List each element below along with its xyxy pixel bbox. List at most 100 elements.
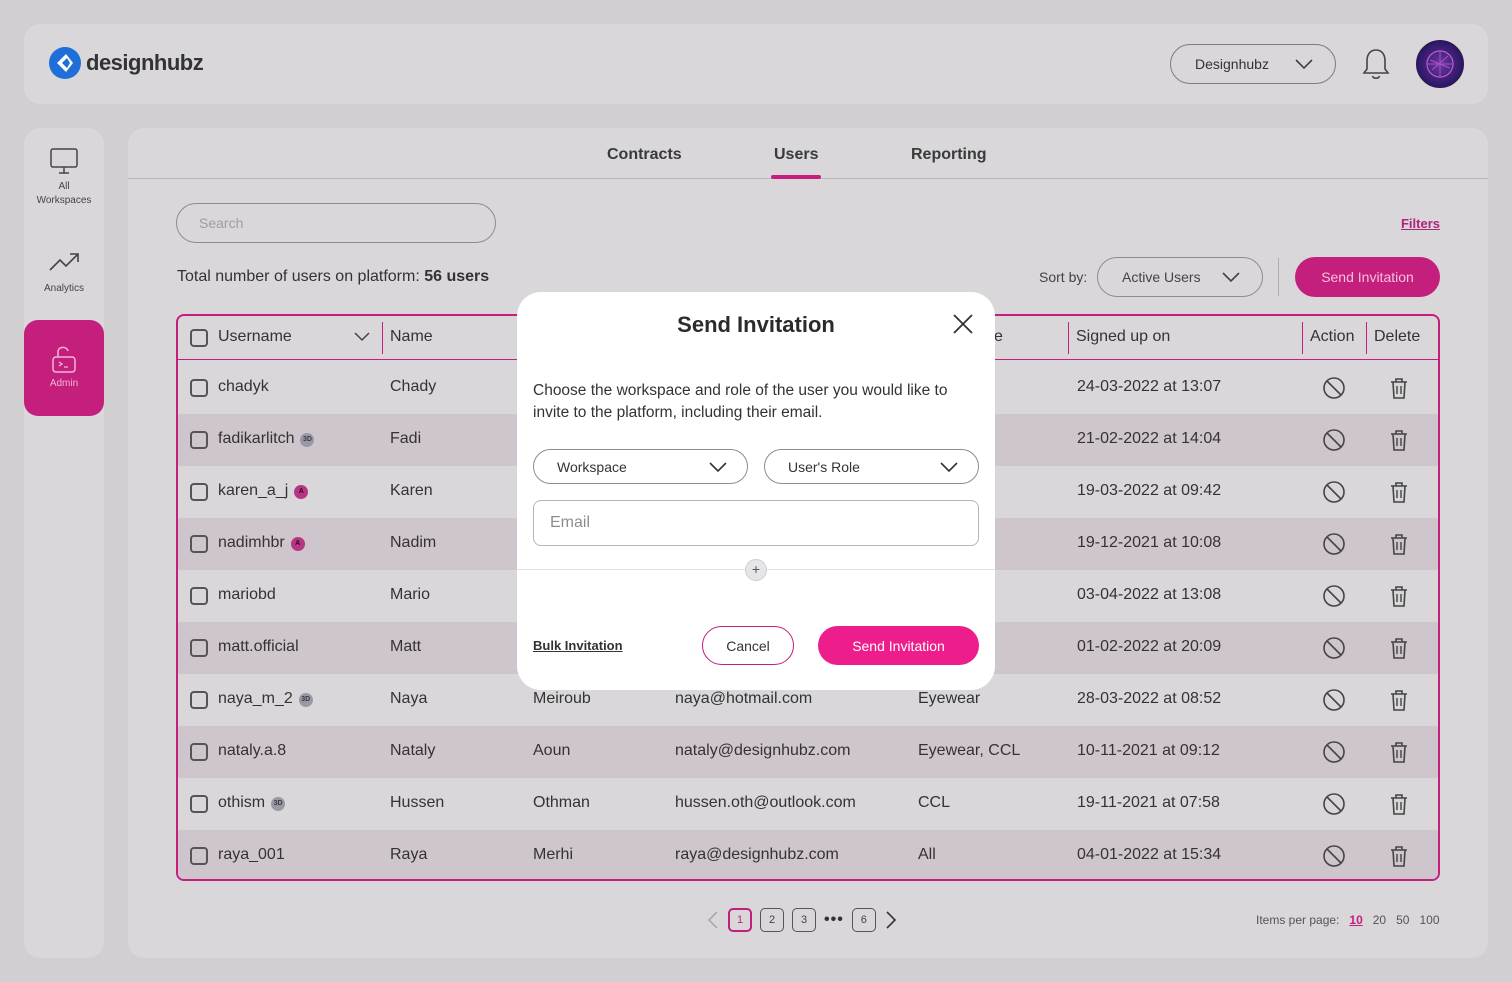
user-role-select[interactable]: User's Role — [764, 449, 979, 484]
send-invitation-button[interactable]: Send Invitation — [1295, 257, 1440, 297]
block-icon[interactable] — [1322, 636, 1346, 660]
username-text: mariobd — [218, 586, 276, 603]
sort-dropdown[interactable]: Active Users — [1097, 257, 1263, 297]
username-text: raya_001 — [218, 846, 285, 863]
chevron-down-icon[interactable] — [354, 332, 370, 342]
close-icon[interactable] — [951, 312, 975, 336]
toolbar-divider — [1278, 258, 1279, 296]
tab-users[interactable]: Users — [770, 146, 823, 179]
pagination: 1 2 3 ••• 6 — [706, 908, 898, 932]
signed-up-cell: 10-11-2021 at 09:12 — [1077, 742, 1220, 759]
column-signed-up: Signed up on — [1076, 328, 1171, 345]
row-checkbox[interactable] — [190, 795, 208, 813]
block-icon[interactable] — [1322, 480, 1346, 504]
table-row[interactable]: raya_001 Raya Merhi raya@designhubz.com All 0… — [178, 830, 1438, 879]
workspace-dropdown[interactable]: Designhubz — [1170, 44, 1336, 84]
table-row[interactable]: othism 3D Hussen Othman hussen.oth@outlook.c… — [178, 778, 1438, 830]
chevron-down-icon — [1295, 59, 1313, 69]
workspace-cell: CCL — [918, 794, 951, 811]
bulk-invitation-link[interactable]: Bulk Invitation — [533, 638, 623, 653]
items-per-page-option[interactable]: 100 — [1419, 913, 1439, 927]
page-button[interactable]: 6 — [851, 908, 876, 932]
workspace-select[interactable]: Workspace — [533, 449, 748, 484]
trash-icon[interactable] — [1387, 532, 1411, 556]
row-checkbox[interactable] — [190, 379, 208, 397]
total-users-count: 56 users — [424, 268, 490, 285]
bell-icon[interactable] — [1360, 46, 1392, 82]
row-checkbox[interactable] — [190, 535, 208, 553]
chevron-left-icon[interactable] — [706, 910, 720, 930]
avatar-pattern-icon — [1426, 50, 1454, 78]
column-action: Action — [1310, 328, 1355, 345]
block-icon[interactable] — [1322, 844, 1346, 868]
items-per-page-option[interactable]: 10 — [1349, 913, 1362, 927]
sort-dropdown-value: Active Users — [1122, 269, 1201, 285]
row-checkbox[interactable] — [190, 639, 208, 657]
search-input[interactable] — [176, 203, 496, 243]
sidebar-item-analytics[interactable]: Analytics — [24, 248, 104, 296]
items-per-page-option[interactable]: 20 — [1373, 913, 1386, 927]
modal-description: Choose the workspace and role of the use… — [533, 382, 948, 421]
tab-contracts[interactable]: Contracts — [607, 146, 682, 164]
username-cell: mariobd — [218, 586, 276, 604]
block-icon[interactable] — [1322, 740, 1346, 764]
last-name-cell: Meiroub — [533, 690, 591, 707]
trash-icon[interactable] — [1387, 636, 1411, 660]
cancel-button[interactable]: Cancel — [702, 626, 794, 665]
select-all-checkbox[interactable] — [190, 329, 208, 347]
role-badge: A — [290, 537, 305, 551]
chevron-right-icon[interactable] — [884, 910, 898, 930]
block-icon[interactable] — [1322, 532, 1346, 556]
sidebar-item-label: Analytics — [43, 283, 84, 294]
username-cell: fadikarlitch 3D — [218, 430, 315, 448]
column-username[interactable]: Username — [218, 328, 292, 346]
sidebar-item-label: Admin — [49, 378, 79, 389]
row-checkbox[interactable] — [190, 431, 208, 449]
trash-icon[interactable] — [1387, 376, 1411, 400]
block-icon[interactable] — [1322, 376, 1346, 400]
column-name: Name — [390, 328, 433, 345]
page-button[interactable]: 2 — [760, 908, 784, 932]
trash-icon[interactable] — [1387, 740, 1411, 764]
sidebar-item-all-workspaces[interactable]: All Workspaces — [24, 146, 104, 208]
workspace-cell: All — [918, 846, 936, 863]
username-cell: nadimhbr A — [218, 534, 305, 552]
workspace-dropdown-value: Designhubz — [1195, 56, 1269, 72]
modal-send-invitation-button[interactable]: Send Invitation — [818, 626, 979, 665]
table-row[interactable]: nataly.a.8 Nataly Aoun nataly@designhubz.co… — [178, 726, 1438, 778]
row-checkbox[interactable] — [190, 847, 208, 865]
trash-icon[interactable] — [1387, 688, 1411, 712]
trash-icon[interactable] — [1387, 480, 1411, 504]
trash-icon[interactable] — [1387, 428, 1411, 452]
row-checkbox[interactable] — [190, 587, 208, 605]
email-cell: naya@hotmail.com — [675, 690, 813, 707]
chevron-down-icon — [1222, 272, 1240, 282]
page-button[interactable]: 3 — [792, 908, 816, 932]
block-icon[interactable] — [1322, 584, 1346, 608]
username-cell: matt.official — [218, 638, 299, 656]
username-text: karen_a_j — [218, 482, 289, 499]
block-icon[interactable] — [1322, 428, 1346, 452]
trash-icon[interactable] — [1387, 792, 1411, 816]
email-field[interactable] — [533, 500, 979, 546]
row-checkbox[interactable] — [190, 483, 208, 501]
name-cell: Naya — [390, 690, 428, 707]
username-cell: karen_a_j A — [218, 482, 309, 500]
name-cell: Nataly — [390, 742, 436, 759]
page-button[interactable]: 1 — [728, 908, 752, 932]
block-icon[interactable] — [1322, 792, 1346, 816]
filters-link[interactable]: Filters — [1401, 216, 1440, 231]
row-checkbox[interactable] — [190, 743, 208, 761]
add-email-button[interactable]: + — [745, 559, 767, 581]
sidebar-item-admin[interactable]: Admin — [24, 320, 104, 416]
items-per-page-label: Items per page: — [1256, 913, 1340, 927]
trash-icon[interactable] — [1387, 844, 1411, 868]
name-cell: Fadi — [390, 430, 422, 447]
logo[interactable]: designhubz — [48, 46, 204, 80]
row-checkbox[interactable] — [190, 691, 208, 709]
items-per-page-option[interactable]: 50 — [1396, 913, 1409, 927]
trash-icon[interactable] — [1387, 584, 1411, 608]
avatar[interactable] — [1416, 40, 1464, 88]
block-icon[interactable] — [1322, 688, 1346, 712]
tab-reporting[interactable]: Reporting — [911, 146, 987, 164]
